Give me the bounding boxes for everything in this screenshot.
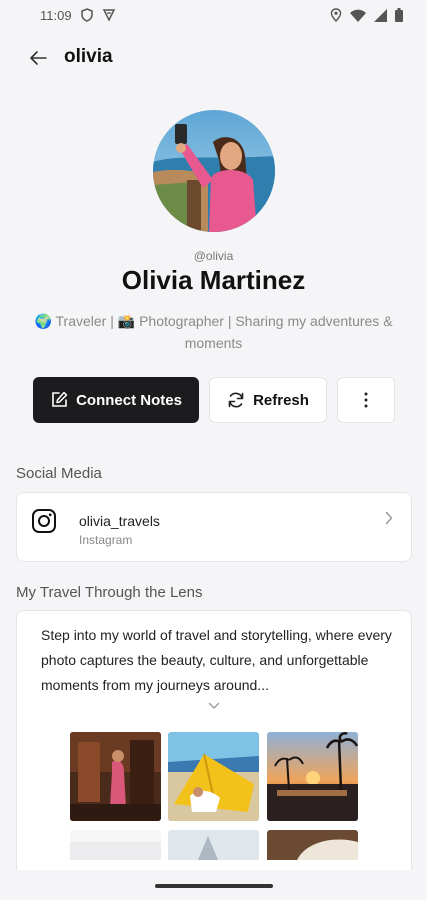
top-app-bar: olivia bbox=[0, 34, 427, 82]
social-media-heading: Social Media bbox=[16, 465, 102, 482]
notification-icon bbox=[102, 9, 115, 22]
more-options-button[interactable] bbox=[337, 377, 395, 423]
status-bar: 11:09 bbox=[0, 0, 427, 30]
more-vertical-icon bbox=[364, 392, 368, 408]
location-icon bbox=[330, 8, 342, 22]
refresh-button[interactable]: Refresh bbox=[209, 377, 327, 423]
travel-heading: My Travel Through the Lens bbox=[16, 584, 203, 601]
gallery-photo-interior[interactable] bbox=[267, 830, 358, 860]
edit-note-icon bbox=[52, 391, 68, 407]
gallery-photo-snow[interactable] bbox=[70, 830, 161, 860]
refresh-label: Refresh bbox=[253, 391, 309, 409]
chevron-down-icon[interactable] bbox=[208, 702, 220, 710]
chevron-right-icon bbox=[385, 511, 393, 525]
social-link-instagram[interactable]: olivia_travels Instagram bbox=[16, 492, 412, 562]
page-title: olivia bbox=[64, 46, 113, 67]
connect-notes-button[interactable]: Connect Notes bbox=[33, 377, 199, 423]
instagram-icon bbox=[32, 509, 56, 533]
gallery-photo-workshop[interactable] bbox=[70, 732, 161, 821]
avatar bbox=[153, 110, 275, 232]
gallery-photo-tent[interactable] bbox=[168, 732, 259, 821]
wifi-icon bbox=[350, 9, 366, 22]
profile-bio: 🌍 Traveler | 📸 Photographer | Sharing my… bbox=[34, 313, 393, 351]
profile-name: Olivia Martinez bbox=[121, 265, 306, 295]
arrow-left-icon bbox=[30, 51, 47, 65]
signal-icon bbox=[374, 8, 387, 22]
battery-icon bbox=[395, 8, 403, 22]
profile-handle: @olivia bbox=[193, 249, 234, 263]
refresh-icon bbox=[228, 392, 244, 408]
connect-notes-label: Connect Notes bbox=[76, 391, 182, 409]
social-username: olivia_travels bbox=[79, 513, 160, 529]
social-platform: Instagram bbox=[79, 533, 133, 547]
back-button[interactable] bbox=[22, 42, 54, 74]
travel-description: Step into my world of travel and storyte… bbox=[41, 627, 392, 693]
shield-icon bbox=[80, 8, 93, 22]
home-indicator[interactable] bbox=[155, 884, 273, 888]
status-time: 11:09 bbox=[40, 7, 72, 23]
gallery-photo-sunset[interactable] bbox=[267, 732, 358, 821]
gallery-photo-mountain[interactable] bbox=[168, 830, 259, 860]
